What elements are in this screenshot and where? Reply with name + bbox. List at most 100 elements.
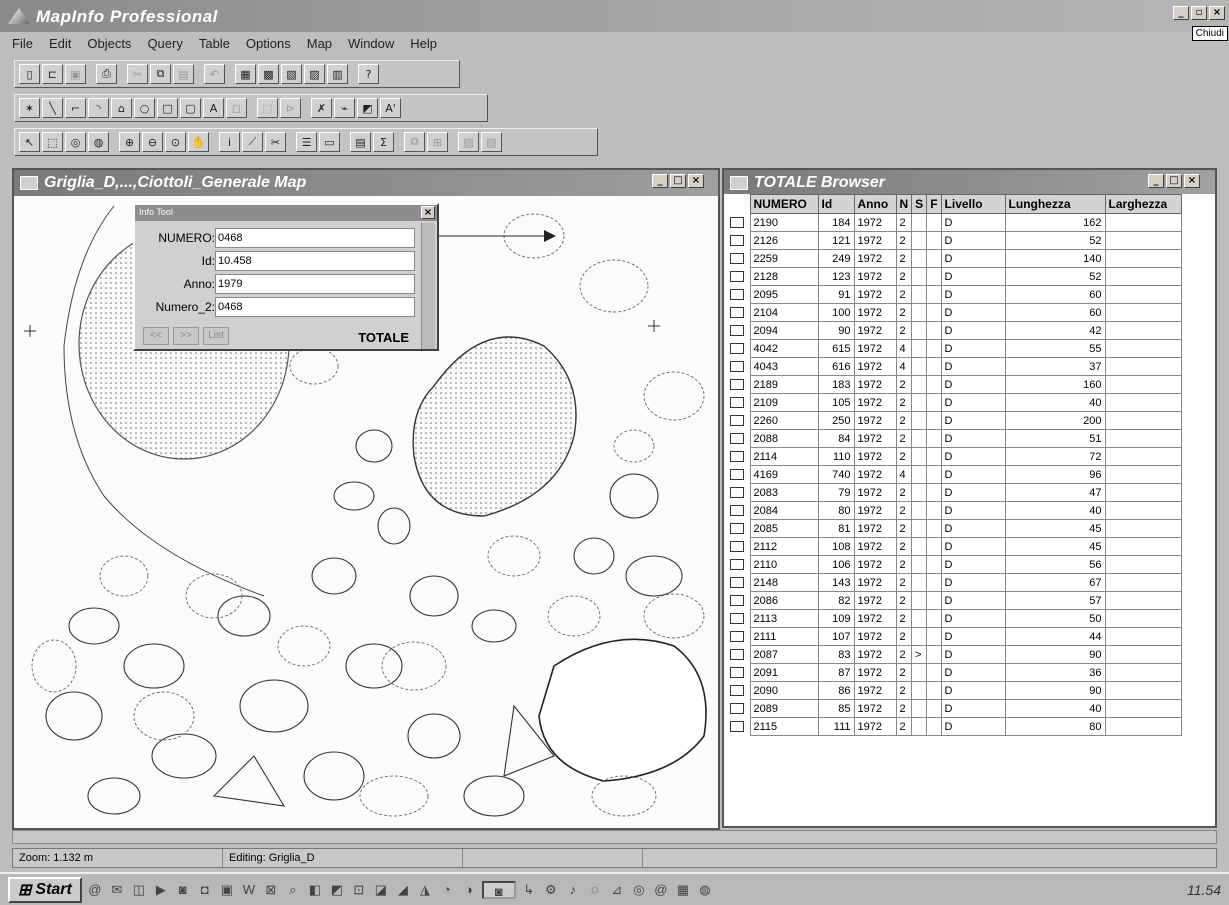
- cell-anno[interactable]: 1972: [853, 213, 897, 232]
- cell-livello[interactable]: D: [940, 249, 1006, 268]
- cell-anno[interactable]: 1972: [853, 393, 897, 412]
- cell-livello[interactable]: D: [940, 339, 1006, 358]
- cell-s[interactable]: [911, 663, 928, 682]
- table-row[interactable]: 2083 79 1972 2 D 47: [724, 483, 1182, 502]
- quicklaunch-app-12-icon[interactable]: ◑: [460, 881, 478, 899]
- cell-anno[interactable]: 1972: [853, 411, 897, 430]
- cell-larghezza[interactable]: [1104, 411, 1182, 430]
- cell-larghezza[interactable]: [1104, 537, 1182, 556]
- cell-larghezza[interactable]: [1104, 447, 1182, 466]
- cell-livello[interactable]: D: [940, 411, 1006, 430]
- col-anno[interactable]: Anno: [853, 194, 897, 214]
- polyline-icon[interactable]: ⌐: [65, 98, 86, 118]
- undo-icon[interactable]: ↶: [204, 64, 225, 84]
- row-select-cell[interactable]: [724, 717, 750, 736]
- cut-icon[interactable]: ✂: [127, 64, 148, 84]
- cell-numero[interactable]: 2111: [749, 627, 819, 646]
- redistrict-icon[interactable]: ▥: [327, 64, 348, 84]
- row-select-cell[interactable]: [724, 645, 750, 664]
- cell-s[interactable]: [911, 213, 928, 232]
- table-row[interactable]: 2259 249 1972 2 D 140: [724, 249, 1182, 268]
- table-row[interactable]: 2091 87 1972 2 D 36: [724, 663, 1182, 682]
- cell-anno[interactable]: 1972: [853, 339, 897, 358]
- tray-icon-4[interactable]: ◌: [586, 881, 604, 899]
- statistics-icon[interactable]: Σ: [373, 132, 394, 152]
- table-row[interactable]: 2095 91 1972 2 D 60: [724, 285, 1182, 304]
- row-select-cell[interactable]: [724, 699, 750, 718]
- cell-lunghezza[interactable]: 37: [1004, 357, 1106, 376]
- cell-numero[interactable]: 2090: [749, 681, 819, 700]
- table-row[interactable]: 2088 84 1972 2 D 51: [724, 429, 1182, 448]
- symbol-style-icon[interactable]: ✗: [311, 98, 332, 118]
- rectangle-icon[interactable]: □: [157, 98, 178, 118]
- cell-larghezza[interactable]: [1104, 681, 1182, 700]
- cell-n[interactable]: 2: [895, 699, 913, 718]
- cell-id[interactable]: 79: [817, 483, 855, 502]
- cell-numero[interactable]: 2083: [749, 483, 819, 502]
- quicklaunch-media-icon[interactable]: ▶: [152, 881, 170, 899]
- cell-livello[interactable]: D: [940, 465, 1006, 484]
- cell-lunghezza[interactable]: 200: [1004, 411, 1106, 430]
- close-button[interactable]: ×: [1209, 6, 1225, 20]
- cell-f[interactable]: [926, 321, 942, 340]
- cell-id[interactable]: 110: [817, 447, 855, 466]
- cell-larghezza[interactable]: [1104, 663, 1182, 682]
- row-select-checkbox[interactable]: [730, 343, 744, 355]
- cell-livello[interactable]: D: [940, 483, 1006, 502]
- cell-numero[interactable]: 2114: [749, 447, 819, 466]
- table-row[interactable]: 4042 615 1972 4 D 55: [724, 339, 1182, 358]
- cell-n[interactable]: 2: [895, 573, 913, 592]
- tray-icon-1[interactable]: ↳: [520, 881, 538, 899]
- cell-id[interactable]: 184: [817, 213, 855, 232]
- cell-f[interactable]: [926, 573, 942, 592]
- cell-anno[interactable]: 1972: [853, 267, 897, 286]
- cell-id[interactable]: 105: [817, 393, 855, 412]
- cell-anno[interactable]: 1972: [853, 231, 897, 250]
- row-select-cell[interactable]: [724, 285, 750, 304]
- row-select-cell[interactable]: [724, 267, 750, 286]
- cell-anno[interactable]: 1972: [853, 537, 897, 556]
- row-select-checkbox[interactable]: [730, 217, 744, 229]
- rounded-rectangle-icon[interactable]: ▢: [180, 98, 201, 118]
- row-select-checkbox[interactable]: [730, 307, 744, 319]
- cell-n[interactable]: 4: [895, 465, 913, 484]
- drag-map-icon[interactable]: ⧉: [404, 132, 425, 152]
- cell-larghezza[interactable]: [1104, 285, 1182, 304]
- cell-numero[interactable]: 2087: [749, 645, 819, 664]
- graph-select-icon[interactable]: ▨: [458, 132, 479, 152]
- cell-livello[interactable]: D: [940, 267, 1006, 286]
- table-row[interactable]: 2104 100 1972 2 D 60: [724, 303, 1182, 322]
- cell-f[interactable]: [926, 249, 942, 268]
- cell-s[interactable]: [911, 393, 928, 412]
- row-select-cell[interactable]: [724, 339, 750, 358]
- cell-anno[interactable]: 1972: [853, 681, 897, 700]
- table-row[interactable]: 2084 80 1972 2 D 40: [724, 501, 1182, 520]
- col-s[interactable]: S: [911, 194, 928, 214]
- menu-options[interactable]: Options: [238, 34, 299, 54]
- cell-lunghezza[interactable]: 90: [1004, 681, 1106, 700]
- cell-lunghezza[interactable]: 45: [1004, 537, 1106, 556]
- info-tool-close-button[interactable]: ×: [421, 206, 435, 219]
- cell-f[interactable]: [926, 555, 942, 574]
- cell-s[interactable]: [911, 429, 928, 448]
- horizontal-scrollbar[interactable]: [12, 830, 1217, 844]
- col-n[interactable]: N: [895, 194, 913, 214]
- cell-id[interactable]: 82: [817, 591, 855, 610]
- cell-lunghezza[interactable]: 50: [1004, 609, 1106, 628]
- row-select-cell[interactable]: [724, 249, 750, 268]
- cell-n[interactable]: 2: [895, 591, 913, 610]
- cell-larghezza[interactable]: [1104, 231, 1182, 250]
- cell-f[interactable]: [926, 537, 942, 556]
- quicklaunch-app-6-icon[interactable]: ◩: [328, 881, 346, 899]
- table-row[interactable]: 2111 107 1972 2 D 44: [724, 627, 1182, 646]
- row-select-cell[interactable]: [724, 663, 750, 682]
- cell-larghezza[interactable]: [1104, 303, 1182, 322]
- reshape-icon[interactable]: ⬚: [257, 98, 278, 118]
- cell-id[interactable]: 250: [817, 411, 855, 430]
- cell-livello[interactable]: D: [940, 609, 1006, 628]
- cell-id[interactable]: 86: [817, 681, 855, 700]
- cell-lunghezza[interactable]: 40: [1004, 501, 1106, 520]
- cell-anno[interactable]: 1972: [853, 627, 897, 646]
- table-row[interactable]: 2190 184 1972 2 D 162: [724, 213, 1182, 232]
- row-select-cell[interactable]: [724, 555, 750, 574]
